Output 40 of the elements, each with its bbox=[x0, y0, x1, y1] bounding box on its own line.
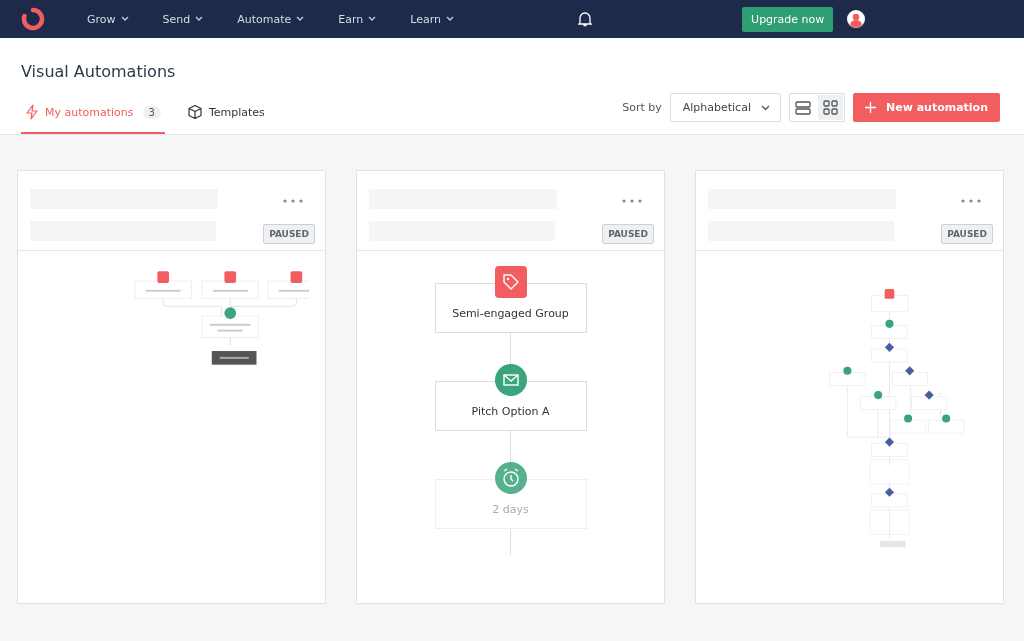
status-badge: PAUSED bbox=[941, 224, 993, 244]
avatar-icon[interactable] bbox=[847, 10, 866, 28]
chevron-down-icon bbox=[296, 16, 305, 22]
flow-step[interactable]: Semi-engaged Group bbox=[434, 283, 587, 333]
notification-bell-icon[interactable] bbox=[578, 11, 593, 27]
logo-icon[interactable] bbox=[21, 7, 45, 31]
flow-step[interactable]: Pitch Option A bbox=[434, 381, 587, 431]
grid-view-button[interactable] bbox=[817, 95, 843, 120]
grid-view-icon bbox=[822, 100, 838, 115]
nav-menu-item[interactable]: Earn bbox=[338, 12, 377, 26]
chevron-down-icon bbox=[368, 16, 377, 22]
chevron-down-icon bbox=[760, 104, 770, 111]
more-options-icon[interactable] bbox=[622, 199, 642, 203]
tab[interactable]: Templates bbox=[182, 96, 269, 134]
status-badge: PAUSED bbox=[602, 224, 654, 244]
chevron-down-icon bbox=[446, 16, 455, 22]
sort-dropdown[interactable]: Alphabetical bbox=[669, 93, 781, 122]
sort-label: Sort by bbox=[622, 101, 662, 114]
plus-icon bbox=[864, 102, 876, 113]
tag-icon bbox=[494, 266, 527, 298]
automation-card[interactable]: PAUSED Semi-engaged Group Pitch Option A 2 days bbox=[356, 170, 665, 604]
more-options-icon[interactable] bbox=[961, 199, 981, 203]
alarm-clock-icon bbox=[494, 462, 527, 494]
envelope-icon bbox=[494, 364, 527, 396]
page-title: Visual Automations bbox=[21, 62, 177, 81]
chevron-down-icon bbox=[120, 16, 129, 22]
lightning-icon bbox=[25, 104, 39, 120]
tab[interactable]: My automations 3 bbox=[21, 96, 165, 134]
cube-icon bbox=[186, 104, 203, 120]
more-options-icon[interactable] bbox=[283, 199, 303, 203]
chevron-down-icon bbox=[195, 16, 204, 22]
status-badge: PAUSED bbox=[263, 224, 315, 244]
automation-card[interactable]: PAUSED bbox=[17, 170, 326, 604]
nav-menu-item[interactable]: Send bbox=[162, 12, 204, 26]
nav-menu-item[interactable]: Automate bbox=[237, 12, 305, 26]
automation-card[interactable]: PAUSED bbox=[695, 170, 1004, 604]
nav-menu-item[interactable]: Grow bbox=[87, 12, 129, 26]
nav-menu-item[interactable]: Learn bbox=[410, 12, 455, 26]
list-view-icon bbox=[795, 100, 812, 115]
count-badge: 3 bbox=[142, 105, 161, 119]
